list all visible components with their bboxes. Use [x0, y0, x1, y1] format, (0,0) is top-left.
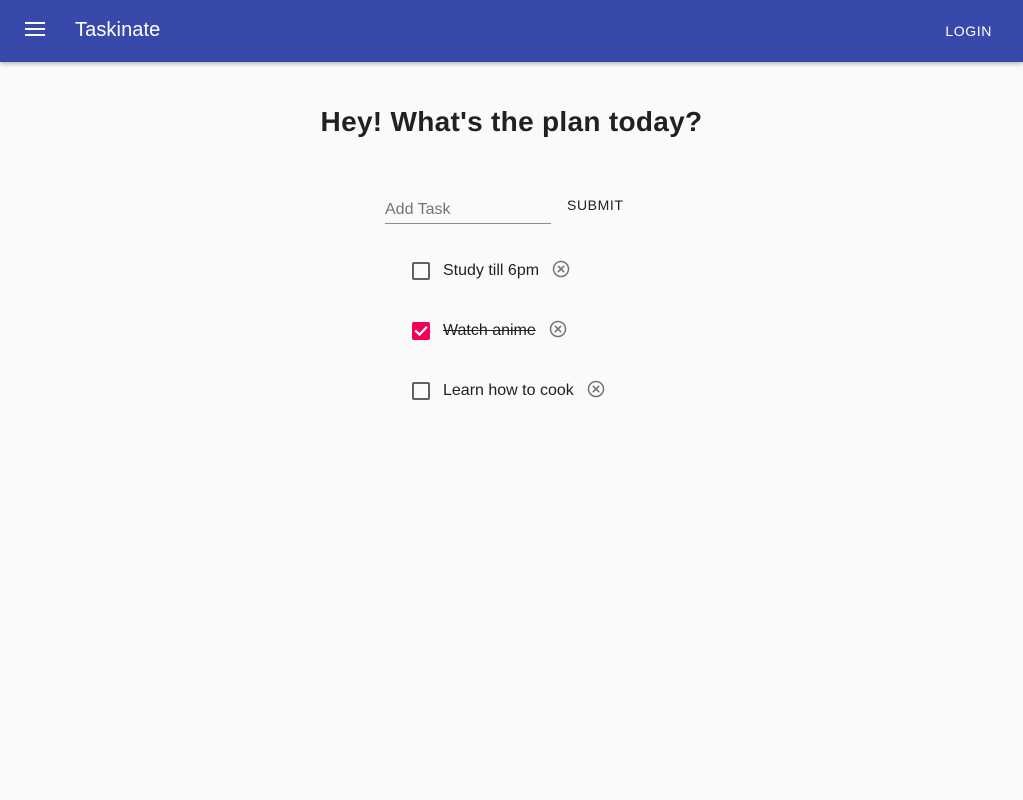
add-task-field[interactable]	[385, 190, 551, 224]
delete-task-button[interactable]	[586, 380, 606, 403]
page-title: Hey! What's the plan today?	[320, 106, 703, 137]
app-title: Taskinate	[75, 19, 161, 41]
submit-button[interactable]: SUBMIT	[567, 196, 624, 214]
task-item: Watch anime	[412, 319, 568, 343]
task-item: Learn how to cook	[412, 379, 606, 403]
task-checkbox[interactable]	[412, 322, 430, 340]
cancel-circle-icon	[549, 320, 567, 343]
menu-icon	[25, 21, 45, 41]
cancel-circle-icon	[587, 380, 605, 403]
task-label: Learn how to cook	[443, 382, 574, 399]
login-button[interactable]: LOGIN	[945, 21, 992, 41]
task-label: Study till 6pm	[443, 262, 540, 279]
add-task-input[interactable]	[385, 190, 551, 223]
task-checkbox[interactable]	[412, 262, 430, 280]
task-checkbox[interactable]	[412, 382, 430, 400]
delete-task-button[interactable]	[548, 320, 568, 343]
task-item: Study till 6pm	[412, 259, 571, 283]
menu-button[interactable]	[23, 19, 47, 43]
cancel-circle-icon	[552, 260, 570, 283]
app-bar: Taskinate LOGIN	[0, 0, 1023, 62]
delete-task-button[interactable]	[551, 260, 571, 283]
task-label: Watch anime	[443, 322, 536, 339]
